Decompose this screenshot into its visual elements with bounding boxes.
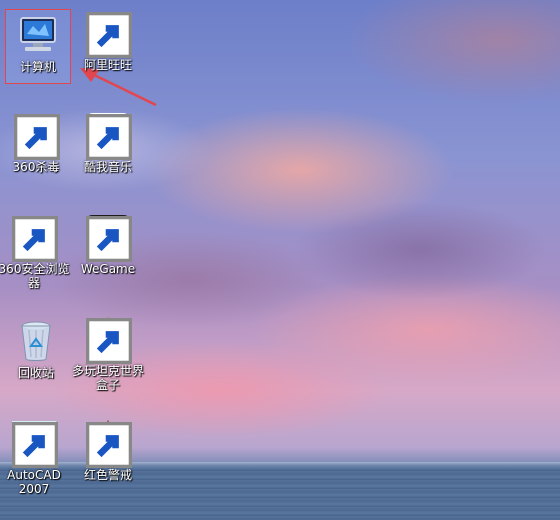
desktop-icon-label: 多玩坦克世界盒子 [72,364,145,392]
desktop-icon-360-browser[interactable]: 360安全浏览器 [0,214,70,290]
desktop-icon-aliwangwang[interactable]: 阿里旺旺 [72,10,144,72]
desktop-icon-label: 红色警戒 [83,468,132,482]
desktop-icon-label: 360安全浏览器 [0,262,70,290]
shortcut-arrow-icon [86,114,132,160]
desktop-icon-label: WeGame [80,262,136,276]
desktop-icon-red-alert[interactable]: 红色警戒 [72,420,144,482]
desktop-icon-label: 酷我音乐 [83,160,132,174]
recycle-bin-icon [21,321,51,361]
desktop-icon-wegame[interactable]: WeGame [72,214,144,276]
computer-icon [20,17,56,51]
desktop-icon-label: 阿里旺旺 [83,58,132,72]
shortcut-arrow-icon [86,12,132,58]
shortcut-arrow-icon [86,216,132,262]
shortcut-arrow-icon [86,318,132,364]
desktop-icon-kuwo-music[interactable]: K 酷我音乐 [72,112,144,174]
desktop-icon-tank-world-box[interactable]: 多玩坦克世界盒子 [72,316,144,392]
shortcut-arrow-icon [12,422,58,468]
desktop-icon-label: 计算机 [19,60,56,74]
shortcut-arrow-icon [12,216,58,262]
shortcut-arrow-icon [14,114,60,160]
shortcut-arrow-icon [86,422,132,468]
desktop-icon-label: AutoCAD 2007 [7,468,61,496]
desktop-icon-label: 360杀毒 [12,160,60,174]
desktop-icon-360-antivirus[interactable]: 360杀毒 [0,112,72,174]
desktop-icon-recycle-bin[interactable]: 回收站 [0,318,72,380]
desktop-icon-autocad[interactable]: AutoCAD 2007 [0,420,70,496]
desktop-icon-computer[interactable]: 计算机 [2,12,74,74]
desktop-icon-label: 回收站 [17,366,54,380]
